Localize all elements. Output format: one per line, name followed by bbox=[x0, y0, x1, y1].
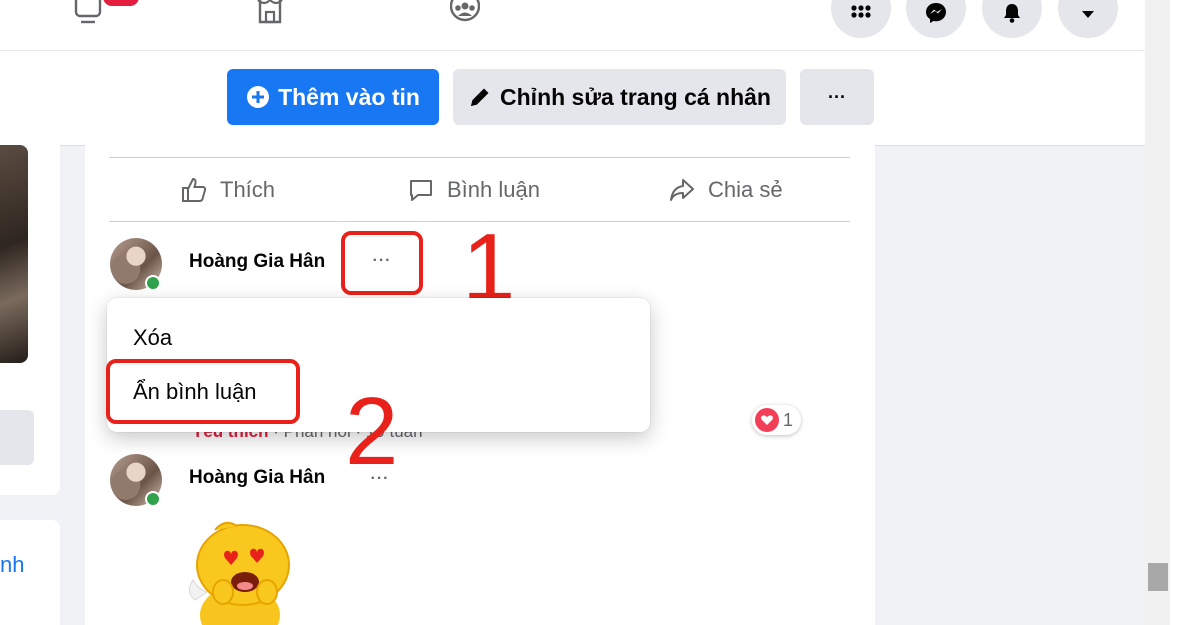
marketplace-icon[interactable] bbox=[255, 0, 285, 26]
add-to-story-button[interactable]: Thêm vào tin bbox=[227, 69, 439, 125]
share-arrow-icon bbox=[670, 179, 694, 201]
highlight-box-step2 bbox=[106, 359, 300, 424]
window-edge bbox=[1170, 0, 1200, 625]
sticker-image bbox=[189, 521, 290, 625]
menu-item-delete[interactable]: Xóa bbox=[133, 325, 172, 351]
more-dots-icon: ··· bbox=[828, 86, 846, 107]
like-button[interactable]: Thích bbox=[180, 172, 275, 208]
share-label: Chia sẻ bbox=[708, 177, 783, 202]
heart-icon bbox=[755, 408, 779, 432]
video-icon[interactable] bbox=[73, 0, 103, 26]
reaction-count: 1 bbox=[783, 409, 794, 430]
share-button[interactable]: Chia sẻ bbox=[668, 172, 783, 208]
left-card-link[interactable]: nh bbox=[0, 552, 24, 578]
reaction-count-badge[interactable]: 1 bbox=[752, 405, 802, 435]
edit-profile-button[interactable]: Chỉnh sửa trang cá nhân bbox=[453, 69, 786, 125]
plus-circle-icon bbox=[247, 86, 270, 108]
page-scrollbar[interactable] bbox=[1145, 0, 1170, 625]
step-number-2: 2 bbox=[345, 378, 399, 485]
top-navigation-bar bbox=[0, 0, 1145, 51]
groups-icon[interactable] bbox=[450, 0, 480, 26]
edit-profile-label: Chỉnh sửa trang cá nhân bbox=[500, 83, 771, 110]
comment-label: Bình luận bbox=[447, 177, 540, 202]
post-divider-top bbox=[109, 157, 850, 158]
add-to-story-label: Thêm vào tin bbox=[278, 83, 420, 110]
profile-more-button[interactable]: ··· bbox=[800, 69, 874, 125]
thumbs-up-icon bbox=[182, 177, 207, 202]
comment-author[interactable]: Hoàng Gia Hân bbox=[189, 467, 325, 489]
like-label: Thích bbox=[220, 177, 276, 202]
highlight-box-step1 bbox=[341, 231, 423, 295]
left-card-button[interactable] bbox=[0, 410, 34, 465]
scrollbar-thumb[interactable] bbox=[1148, 563, 1168, 591]
comment-author[interactable]: Hoàng Gia Hân bbox=[189, 251, 325, 273]
online-status-dot bbox=[145, 275, 161, 291]
pencil-icon bbox=[471, 88, 489, 106]
comment-bubble-icon bbox=[410, 180, 432, 201]
profile-photo-thumbnail[interactable] bbox=[0, 145, 28, 363]
notification-badge bbox=[103, 0, 139, 6]
online-status-dot bbox=[145, 491, 161, 507]
comment-button[interactable]: Bình luận bbox=[407, 172, 540, 208]
